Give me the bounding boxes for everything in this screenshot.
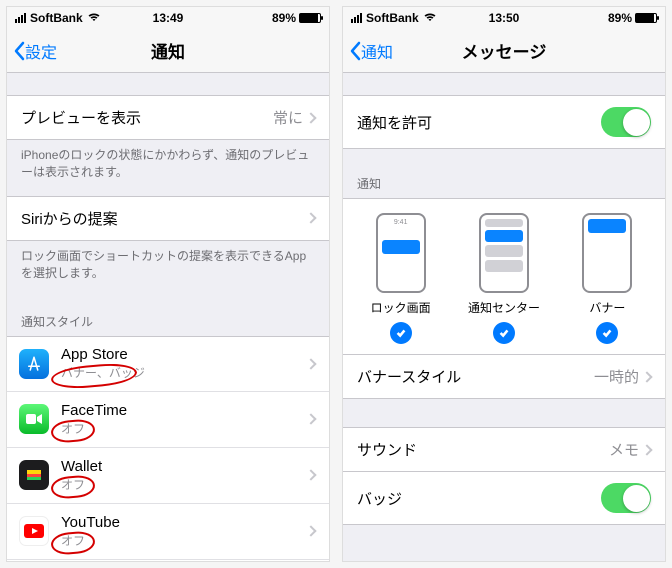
app-row-youtube[interactable]: YouTube オフ: [7, 504, 329, 560]
style-header: 通知スタイル: [7, 297, 329, 336]
banner-style-label: バナースタイル: [357, 366, 594, 387]
chevron-right-icon: [305, 358, 316, 369]
checkmark-icon: [493, 322, 515, 344]
preview-label: プレビューを表示: [21, 107, 273, 128]
preview-footer: iPhoneのロックの状態にかかわらず、通知のプレビューは表示されます。: [7, 140, 329, 196]
chevron-right-icon: [641, 444, 652, 455]
back-button[interactable]: 設定: [7, 39, 63, 63]
notification-options: 9:41 ロック画面 通知センター: [343, 198, 665, 355]
opt-center[interactable]: 通知センター: [452, 213, 555, 344]
app-row-calendar[interactable]: 日曜日 カレンダー: [7, 560, 329, 561]
youtube-icon: [19, 516, 49, 546]
badge-cell: バッジ: [343, 472, 665, 525]
appstore-icon: [19, 349, 49, 379]
chevron-right-icon: [305, 525, 316, 536]
banner-preview-icon: [582, 213, 632, 293]
banner-style-value: 一時的: [594, 366, 639, 387]
chevron-right-icon: [305, 112, 316, 123]
sound-value: メモ: [609, 439, 639, 460]
wallet-icon: [19, 460, 49, 490]
phone-left: SoftBank 13:49 89% 設定 通知 プレビューを表示 常に iPh…: [6, 6, 330, 562]
app-row-appstore[interactable]: App Store バナー、バッジ: [7, 336, 329, 392]
battery-percent: 89%: [272, 11, 296, 25]
chevron-right-icon: [305, 213, 316, 224]
nav-bar: 通知 メッセージ: [343, 29, 665, 73]
opt-label: 通知センター: [468, 299, 540, 316]
back-label: 設定: [25, 39, 57, 63]
opt-banner[interactable]: バナー: [556, 213, 659, 344]
carrier: SoftBank: [366, 11, 419, 25]
wifi-icon: [87, 11, 101, 25]
preview-cell[interactable]: プレビューを表示 常に: [7, 95, 329, 140]
banner-style-cell[interactable]: バナースタイル 一時的: [343, 355, 665, 399]
sound-label: サウンド: [357, 439, 609, 460]
carrier: SoftBank: [30, 11, 83, 25]
allow-switch[interactable]: [601, 107, 651, 137]
app-name: Wallet: [61, 458, 307, 475]
clock: 13:49: [117, 11, 219, 25]
app-row-facetime[interactable]: FaceTime オフ: [7, 392, 329, 448]
back-button[interactable]: 通知: [343, 39, 399, 63]
opt-lockscreen[interactable]: 9:41 ロック画面: [349, 213, 452, 344]
opt-label: バナー: [589, 299, 625, 316]
siri-label: Siriからの提案: [21, 208, 307, 229]
app-sub: オフ: [61, 420, 307, 437]
app-row-wallet[interactable]: Wallet オフ: [7, 448, 329, 504]
section-header: 通知: [343, 149, 665, 198]
content: 通知を許可 通知 9:41 ロック画面: [343, 73, 665, 561]
battery-icon: [299, 13, 321, 23]
app-name: App Store: [61, 346, 307, 363]
battery-icon: [635, 13, 657, 23]
back-label: 通知: [361, 39, 393, 63]
app-name: FaceTime: [61, 402, 307, 419]
app-name: YouTube: [61, 514, 307, 531]
signal-icon: [351, 13, 362, 23]
content: プレビューを表示 常に iPhoneのロックの状態にかかわらず、通知のプレビュー…: [7, 73, 329, 561]
chevron-left-icon: [13, 41, 25, 61]
preview-value: 常に: [273, 107, 303, 128]
app-sub: オフ: [61, 476, 307, 493]
clock: 13:50: [453, 11, 555, 25]
opt-label: ロック画面: [371, 299, 431, 316]
allow-cell: 通知を許可: [343, 95, 665, 149]
battery-percent: 89%: [608, 11, 632, 25]
sound-cell[interactable]: サウンド メモ: [343, 427, 665, 472]
badge-label: バッジ: [357, 488, 601, 509]
chevron-left-icon: [349, 41, 361, 61]
phone-right: SoftBank 13:50 89% 通知 メッセージ 通知を許可 通知 9:4: [342, 6, 666, 562]
app-sub: バナー、バッジ: [61, 364, 307, 381]
status-bar: SoftBank 13:49 89%: [7, 7, 329, 29]
chevron-right-icon: [641, 371, 652, 382]
facetime-icon: [19, 404, 49, 434]
siri-footer: ロック画面でショートカットの提案を表示できるAppを選択します。: [7, 241, 329, 297]
center-preview-icon: [479, 213, 529, 293]
chevron-right-icon: [305, 469, 316, 480]
app-sub: オフ: [61, 532, 307, 549]
chevron-right-icon: [305, 413, 316, 424]
status-bar: SoftBank 13:50 89%: [343, 7, 665, 29]
siri-cell[interactable]: Siriからの提案: [7, 196, 329, 241]
signal-icon: [15, 13, 26, 23]
nav-bar: 設定 通知: [7, 29, 329, 73]
allow-label: 通知を許可: [357, 112, 601, 133]
badge-switch[interactable]: [601, 483, 651, 513]
checkmark-icon: [596, 322, 618, 344]
lockscreen-preview-icon: 9:41: [376, 213, 426, 293]
wifi-icon: [423, 11, 437, 25]
checkmark-icon: [390, 322, 412, 344]
